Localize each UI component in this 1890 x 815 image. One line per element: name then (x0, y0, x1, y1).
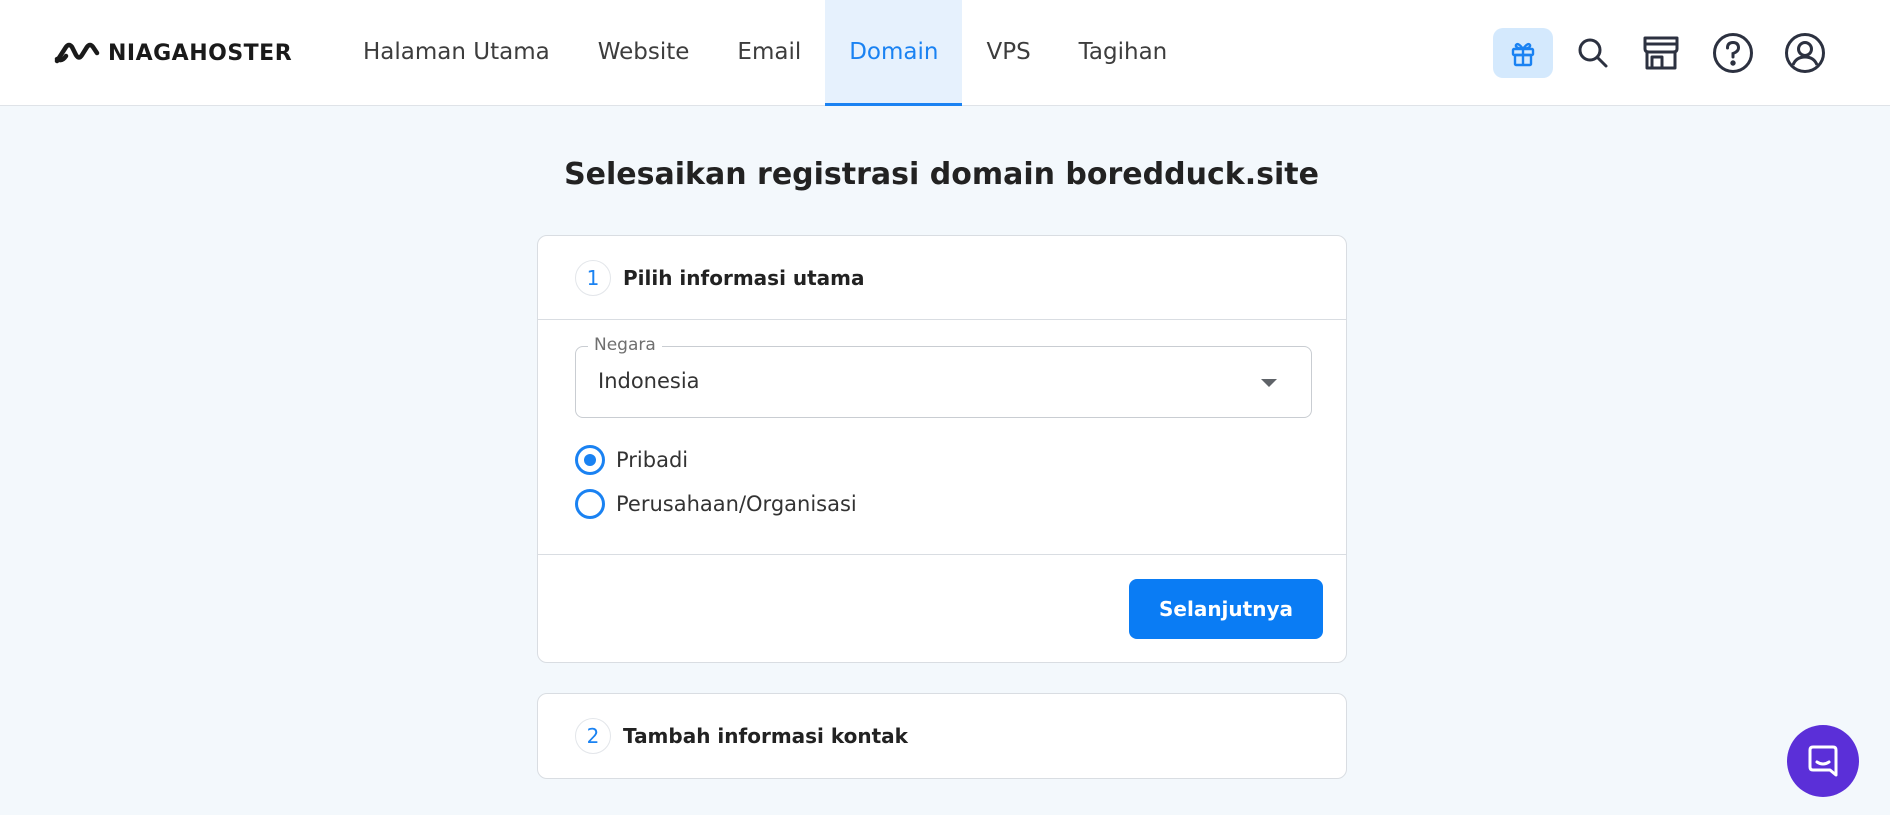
nav-item-domain[interactable]: Domain (825, 0, 963, 106)
help-button[interactable] (1703, 28, 1763, 78)
nav-item-halaman-utama[interactable]: Halaman Utama (339, 0, 574, 106)
account-button[interactable] (1775, 28, 1835, 78)
radio-button-selected[interactable] (575, 445, 605, 475)
card-divider (538, 554, 1346, 555)
step1-title: Pilih informasi utama (623, 265, 865, 290)
step1-card: 1 Pilih informasi utama Negara Indonesia… (537, 235, 1347, 663)
nav-item-website[interactable]: Website (574, 0, 714, 106)
step1-header[interactable]: 1 Pilih informasi utama (538, 236, 1346, 320)
gift-button[interactable] (1493, 28, 1553, 78)
next-button[interactable]: Selanjutnya (1129, 579, 1323, 639)
store-icon (1643, 36, 1679, 70)
logo-text: NIAGAHOSTER (108, 40, 293, 66)
radio-label-perusahaan: Perusahaan/Organisasi (616, 492, 857, 516)
radio-option-pribadi[interactable]: Pribadi (575, 445, 688, 475)
step2-header[interactable]: 2 Tambah informasi kontak (538, 694, 1346, 778)
radio-option-perusahaan[interactable]: Perusahaan/Organisasi (575, 489, 857, 519)
top-header: NIAGAHOSTER Halaman Utama Website Email … (0, 0, 1890, 106)
nav-item-tagihan[interactable]: Tagihan (1055, 0, 1192, 106)
gift-icon (1511, 42, 1535, 67)
main-nav: Halaman Utama Website Email Domain VPS T… (339, 0, 1191, 106)
nav-item-vps[interactable]: VPS (962, 0, 1054, 106)
step2-title: Tambah informasi kontak (623, 724, 908, 748)
store-button[interactable] (1631, 28, 1691, 78)
account-icon (1785, 33, 1825, 73)
niagahoster-logo[interactable]: NIAGAHOSTER (54, 38, 292, 68)
caret-down-icon (1261, 379, 1277, 387)
step2-number: 2 (575, 718, 611, 754)
help-icon (1713, 33, 1753, 73)
country-value: Indonesia (598, 369, 700, 393)
radio-button[interactable] (575, 489, 605, 519)
chat-widget-button[interactable] (1787, 725, 1859, 797)
page-title: Selesaikan registrasi domain boredduck.s… (564, 157, 1319, 192)
radio-label-pribadi: Pribadi (616, 448, 689, 472)
country-select[interactable]: Negara Indonesia (575, 335, 1312, 418)
step1-number: 1 (575, 259, 611, 296)
nav-item-email[interactable]: Email (713, 0, 825, 106)
search-icon (1578, 38, 1608, 68)
search-button[interactable] (1563, 28, 1623, 78)
country-label: Negara (588, 335, 662, 355)
logo-mark-icon (54, 42, 100, 64)
step2-card: 2 Tambah informasi kontak (537, 693, 1347, 779)
chat-icon (1808, 745, 1838, 777)
